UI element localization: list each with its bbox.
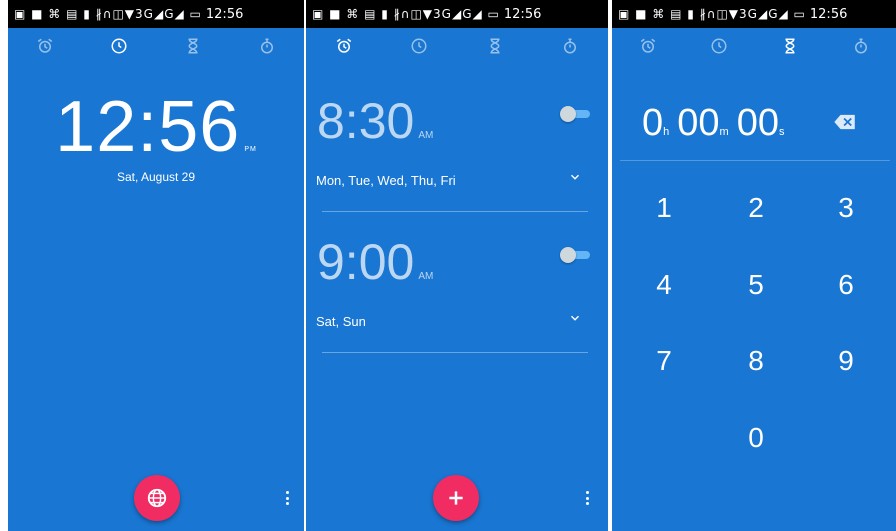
timer-minutes: 00 [677, 102, 720, 144]
current-time: 12:56 PM [8, 86, 304, 168]
stopwatch-icon [564, 38, 577, 54]
tab-alarm[interactable] [628, 30, 668, 62]
status-bar: ▣ ■ ⌘ ▤ ▮ ∦∩◫▼3G◢G◢ ▭ 12:56 [8, 0, 304, 28]
timer-hours-unit: h [663, 126, 670, 138]
tab-clock[interactable] [99, 30, 139, 62]
status-time: 12:56 [809, 6, 848, 22]
alarm-clock-icon [336, 38, 351, 53]
alarm-days: Sat, Sun [316, 314, 366, 329]
chevron-down-icon[interactable] [568, 170, 582, 184]
tab-bar [612, 30, 896, 62]
status-icons: ▣ ■ ⌘ ▤ ▮ ∦∩◫▼3G◢G◢ ▭ [312, 7, 500, 21]
alarm-time[interactable]: 8:30 AM [317, 92, 433, 150]
clock-icon [111, 38, 127, 54]
key-4[interactable]: 4 [634, 257, 694, 313]
tab-clock[interactable] [399, 30, 439, 62]
timer-display: 0h 00m 00s [642, 102, 793, 145]
divider [620, 160, 890, 161]
overflow-menu-icon[interactable] [582, 488, 592, 508]
status-icons: ▣ ■ ⌘ ▤ ▮ ∦∩◫▼3G◢G◢ ▭ [618, 7, 806, 21]
timer-seconds: 00 [736, 102, 779, 144]
key-0[interactable]: 0 [726, 410, 786, 466]
key-1[interactable]: 1 [634, 180, 694, 236]
alarm-time-value: 8:30 [317, 93, 415, 149]
tab-alarm[interactable] [25, 30, 65, 62]
tab-bar [8, 30, 304, 62]
tab-timer[interactable] [173, 30, 213, 62]
hourglass-icon [188, 38, 198, 54]
tab-stopwatch[interactable] [247, 30, 287, 62]
tab-stopwatch[interactable] [550, 30, 590, 62]
clock-icon [711, 38, 726, 54]
add-icon [449, 491, 463, 505]
alarm-screen: ▣ ■ ⌘ ▤ ▮ ∦∩◫▼3G◢G◢ ▭ 12:56 8:30 AM Mon, … [306, 0, 608, 531]
alarm-days: Mon, Tue, Wed, Thu, Fri [316, 173, 456, 188]
clock-icon [411, 38, 427, 54]
alarm-clock-icon [640, 38, 655, 53]
overflow-menu-icon[interactable] [282, 488, 292, 508]
key-9[interactable]: 9 [816, 333, 876, 389]
world-clock-button[interactable] [134, 475, 180, 521]
timer-screen: ▣ ■ ⌘ ▤ ▮ ∦∩◫▼3G◢G◢ ▭ 12:56 0h 00m 00s 1 2… [612, 0, 896, 531]
alarm-ampm: AM [418, 271, 434, 282]
add-alarm-button[interactable] [433, 475, 479, 521]
timer-minutes-unit: m [719, 126, 729, 138]
tab-timer[interactable] [770, 30, 810, 62]
key-5[interactable]: 5 [726, 257, 786, 313]
backspace-icon[interactable] [834, 114, 856, 130]
status-time: 12:56 [503, 6, 542, 22]
key-8[interactable]: 8 [726, 333, 786, 389]
tab-alarm[interactable] [324, 30, 364, 62]
alarm-clock-icon [37, 38, 53, 53]
key-3[interactable]: 3 [816, 180, 876, 236]
current-time-ampm: PM [244, 146, 257, 153]
key-2[interactable]: 2 [726, 180, 786, 236]
tab-bar [306, 30, 608, 62]
alarm-toggle[interactable] [560, 106, 590, 122]
chevron-down-icon[interactable] [568, 311, 582, 325]
stopwatch-icon [261, 38, 273, 54]
divider [322, 211, 588, 212]
key-6[interactable]: 6 [816, 257, 876, 313]
current-time-value: 12:56 [55, 87, 241, 167]
key-7[interactable]: 7 [634, 333, 694, 389]
stopwatch-icon [854, 38, 867, 54]
hourglass-icon [490, 38, 500, 54]
status-time: 12:56 [205, 6, 244, 22]
globe-icon [147, 488, 167, 508]
tab-timer[interactable] [475, 30, 515, 62]
timer-seconds-unit: s [779, 126, 785, 138]
alarm-time[interactable]: 9:00 AM [317, 233, 433, 291]
status-bar: ▣ ■ ⌘ ▤ ▮ ∦∩◫▼3G◢G◢ ▭ 12:56 [306, 0, 608, 28]
status-bar: ▣ ■ ⌘ ▤ ▮ ∦∩◫▼3G◢G◢ ▭ 12:56 [612, 0, 896, 28]
status-icons: ▣ ■ ⌘ ▤ ▮ ∦∩◫▼3G◢G◢ ▭ [14, 7, 202, 21]
timer-hours: 0 [642, 102, 664, 144]
alarm-ampm: AM [418, 130, 434, 141]
tab-stopwatch[interactable] [841, 30, 881, 62]
tab-clock[interactable] [699, 30, 739, 62]
current-date: Sat, August 29 [116, 170, 196, 184]
divider [322, 352, 588, 353]
clock-screen: ▣ ■ ⌘ ▤ ▮ ∦∩◫▼3G◢G◢ ▭ 12:56 12:56 PM Sat,… [8, 0, 304, 531]
hourglass-icon [784, 38, 795, 54]
alarm-toggle[interactable] [560, 247, 590, 263]
alarm-time-value: 9:00 [317, 234, 415, 290]
